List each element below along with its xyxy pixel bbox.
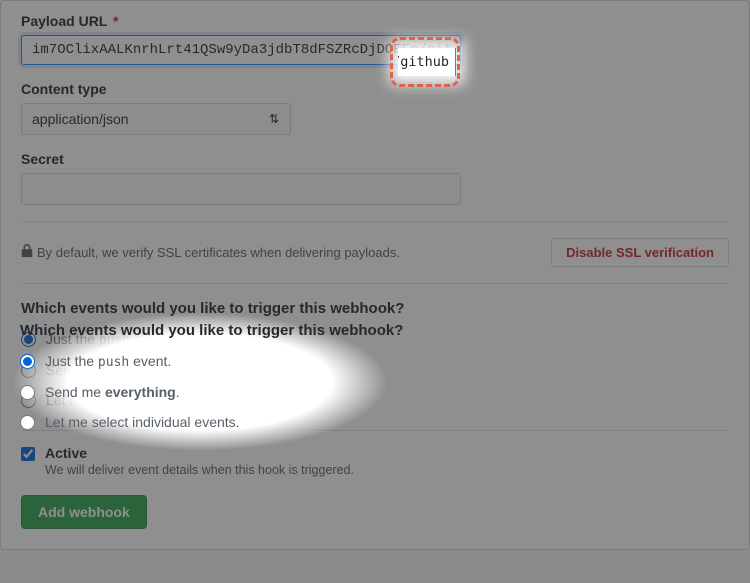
radio-row-individual[interactable]: Let me select individual events. xyxy=(21,392,729,408)
radio-individual-label[interactable]: Let me select individual events. xyxy=(46,392,241,408)
content-type-select[interactable]: application/json xyxy=(21,103,291,135)
secret-label: Secret xyxy=(21,151,729,167)
events-heading: Which events would you like to trigger t… xyxy=(21,300,729,317)
content-type-group: Content type application/json ⇅ xyxy=(21,81,729,135)
radio-push-code: push xyxy=(99,333,130,348)
ssl-row: By default, we verify SSL certificates w… xyxy=(21,222,729,283)
radio-push-input[interactable] xyxy=(21,332,36,347)
payload-url-label: Payload URL * xyxy=(21,13,729,29)
active-text-wrap: Active We will deliver event details whe… xyxy=(45,445,354,477)
radio-row-push[interactable]: Just the push event. xyxy=(21,331,729,348)
radio-everything-post: . xyxy=(177,362,181,378)
ssl-note-text: By default, we verify SSL certificates w… xyxy=(37,245,400,260)
radio-push-post: event. xyxy=(130,331,172,347)
payload-url-label-text: Payload URL xyxy=(21,13,107,29)
active-section: Active We will deliver event details whe… xyxy=(21,431,729,491)
events-section: Which events would you like to trigger t… xyxy=(21,284,729,430)
radio-individual-input[interactable] xyxy=(21,393,36,408)
active-label: Active xyxy=(45,445,354,461)
active-desc: We will deliver event details when this … xyxy=(45,463,354,477)
radio-push-label[interactable]: Just the push event. xyxy=(46,331,172,348)
radio-everything-input[interactable] xyxy=(21,363,36,378)
payload-url-input[interactable] xyxy=(21,35,461,65)
active-row[interactable]: Active We will deliver event details whe… xyxy=(21,445,729,477)
active-checkbox[interactable] xyxy=(21,447,35,461)
lock-icon xyxy=(21,244,33,261)
radio-everything-pre: Send me xyxy=(46,362,106,378)
radio-everything-label[interactable]: Send me everything. xyxy=(46,362,181,378)
radio-everything-strong: everything xyxy=(106,362,177,378)
content-type-label: Content type xyxy=(21,81,729,97)
disable-ssl-button[interactable]: Disable SSL verification xyxy=(551,238,729,267)
radio-push-pre: Just the xyxy=(46,331,99,347)
add-webhook-button[interactable]: Add webhook xyxy=(21,495,147,529)
secret-group: Secret xyxy=(21,151,729,205)
content-type-select-wrap: application/json ⇅ xyxy=(21,103,291,135)
required-asterisk: * xyxy=(113,13,118,29)
secret-input[interactable] xyxy=(21,173,461,205)
radio-row-everything[interactable]: Send me everything. xyxy=(21,362,729,378)
ssl-note: By default, we verify SSL certificates w… xyxy=(21,244,400,261)
payload-url-group: Payload URL * xyxy=(21,13,729,65)
webhook-form: Payload URL * Content type application/j… xyxy=(0,0,750,550)
